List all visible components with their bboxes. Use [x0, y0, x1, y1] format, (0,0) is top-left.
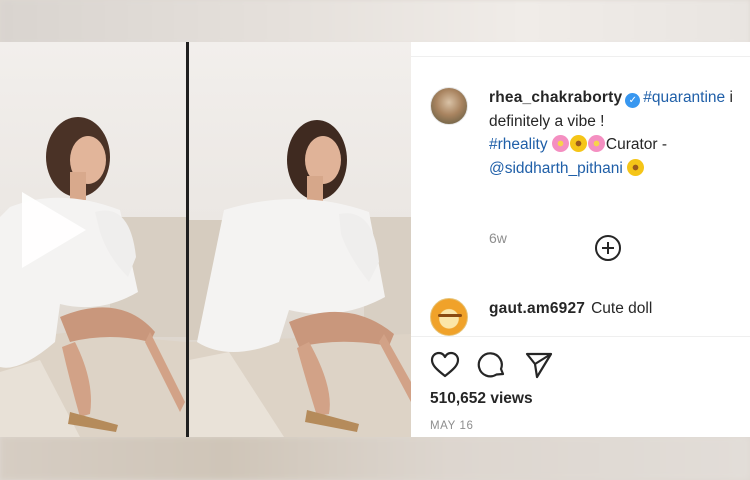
hashtag-quarantine[interactable]: #quarantine: [643, 89, 725, 106]
header-divider: [411, 56, 750, 57]
caption-text-fragment: i: [729, 89, 733, 106]
post-date: MAY 16: [430, 420, 474, 432]
view-count[interactable]: 510,652 views: [430, 390, 533, 408]
plus-circle-icon[interactable]: [595, 235, 621, 261]
caption-line-4: @siddharth_pithani: [489, 157, 750, 181]
avatar[interactable]: [430, 87, 468, 125]
post-side-panel: rhea_chakraborty ✓ #quarantine i definitel…: [411, 42, 750, 437]
paper-plane-icon[interactable]: [524, 350, 554, 380]
caption-line-2: definitely a vibe !: [489, 112, 605, 130]
cherry-blossom-emoji-icon: [551, 135, 569, 152]
actions-divider: [411, 336, 750, 337]
verified-badge-icon: ✓: [625, 93, 641, 108]
instagram-post: rhea_chakraborty ✓ #quarantine i definitel…: [0, 42, 750, 437]
post-video-frame-right[interactable]: [189, 42, 411, 437]
woman-sitting-illustration-right: [189, 120, 411, 437]
author-username[interactable]: rhea_chakraborty: [489, 89, 622, 106]
blurred-backdrop-bottom: [0, 436, 750, 480]
comment-text: Cute doll: [591, 300, 653, 317]
commenter-username[interactable]: gaut.am6927: [489, 300, 585, 317]
post-caption: rhea_chakraborty ✓ #quarantine i definitel…: [489, 86, 750, 180]
heart-icon[interactable]: [430, 350, 460, 380]
post-time-ago[interactable]: 6w: [489, 230, 507, 246]
hashtag-rheality[interactable]: #rheality: [489, 136, 548, 153]
post-video-frame-left[interactable]: [0, 42, 186, 437]
sunflower-emoji-icon: [569, 135, 587, 152]
mention-link[interactable]: @siddharth_pithani: [489, 160, 623, 177]
sunflower-emoji-icon: [627, 158, 645, 176]
commenter-avatar[interactable]: [430, 298, 468, 336]
speech-bubble-icon[interactable]: [477, 350, 507, 380]
caption-line-1: rhea_chakraborty ✓ #quarantine i: [489, 86, 750, 110]
caption-line-3: #rheality Curator -: [489, 133, 750, 157]
play-icon[interactable]: [22, 192, 86, 268]
blurred-backdrop-top: [0, 0, 750, 44]
comment-item: gaut.am6927 Cute doll: [489, 300, 652, 318]
cherry-blossom-emoji-icon: [587, 135, 605, 152]
curator-label: Curator -: [605, 136, 668, 153]
